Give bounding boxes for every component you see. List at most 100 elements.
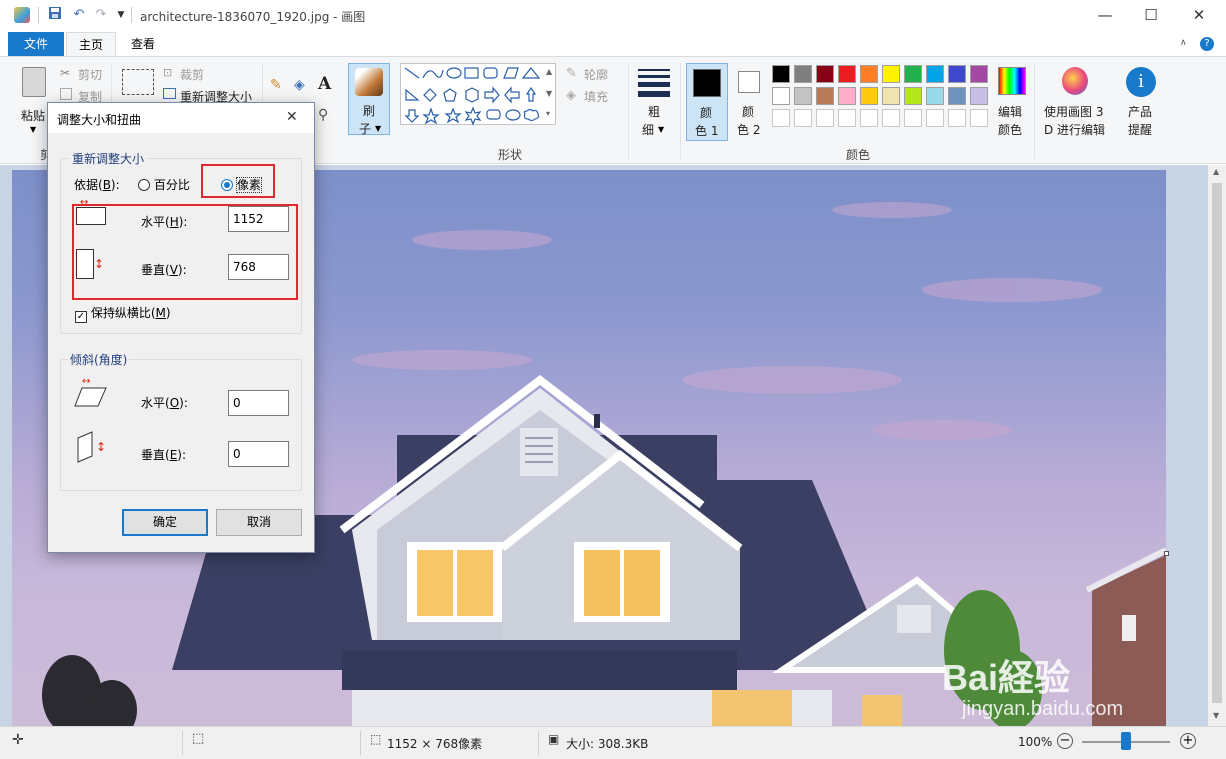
horizontal-label-key: H [169,215,179,229]
watermark: Bai経验 jingyan.baidu.com [942,658,1123,721]
chevron-down-icon: ▼ [658,125,665,134]
help-icon[interactable]: ? [1200,37,1214,51]
skew-vertical-input[interactable]: 0 [228,441,289,467]
size-button[interactable]: 粗 细 ▼ [634,63,674,137]
palette-color-swatch[interactable] [948,109,966,127]
dialog-title-bar: 调整大小和扭曲 ✕ [48,103,314,133]
palette-color-swatch[interactable] [926,65,944,83]
palette-color-swatch[interactable] [904,65,922,83]
palette-color-swatch[interactable] [816,109,834,127]
palette-color-swatch[interactable] [838,109,856,127]
keep-ratio-checkbox[interactable]: ✓ 保持纵横比(M) [75,304,171,323]
save-icon[interactable] [46,6,64,24]
shapes-gallery[interactable] [400,63,556,126]
palette-color-swatch[interactable] [948,87,966,105]
color-palette[interactable] [772,65,992,129]
horizontal-size-input[interactable]: 1152 [228,206,289,232]
text-icon[interactable]: A [318,74,331,94]
color1-swatch [693,69,721,97]
palette-color-swatch[interactable] [860,65,878,83]
customize-quick-access-icon[interactable]: ▼ [112,6,130,24]
shapes-scroll-down-icon[interactable]: ▼ [546,89,552,98]
palette-color-swatch[interactable] [838,65,856,83]
outline-button[interactable]: 轮廓 [584,66,608,83]
palette-color-swatch[interactable] [816,87,834,105]
palette-color-swatch[interactable] [794,109,812,127]
colors-group-label: 颜色 [846,148,871,162]
paint3d-button[interactable]: 使用画图 3 D 进行编辑 [1040,63,1112,141]
image-dimensions: 1152 × 768像素 [387,737,483,751]
palette-color-swatch[interactable] [772,65,790,83]
palette-color-swatch[interactable] [860,109,878,127]
palette-color-swatch[interactable] [970,109,988,127]
magnifier-icon[interactable]: ⚲ [318,107,328,123]
dialog-close-button[interactable]: ✕ [286,109,298,125]
percent-radio[interactable]: 百分比 [138,176,190,193]
palette-color-swatch[interactable] [794,65,812,83]
select-button[interactable] [122,69,154,95]
fill-bucket-icon[interactable]: ◈ [294,77,305,93]
cancel-button[interactable]: 取消 [216,509,302,536]
fill-button[interactable]: 填充 [584,88,608,105]
palette-color-swatch[interactable] [926,109,944,127]
paint-app-icon[interactable] [14,7,30,23]
zoom-in-button[interactable]: + [1180,733,1196,749]
edit-colors-label: 编辑 [998,105,1023,119]
pixels-radio[interactable]: 像素 [221,176,262,193]
palette-color-swatch[interactable] [904,87,922,105]
paint3d-label-2: D 进行编辑 [1044,123,1106,137]
redo-icon[interactable]: ↷ [92,6,110,24]
cut-button[interactable]: 剪切 [78,66,102,83]
tab-view[interactable]: 查看 [118,32,168,56]
keep-ratio-key: M [155,306,166,320]
maximize-button[interactable]: ☐ [1128,0,1174,30]
shapes-scroll-up-icon[interactable]: ▲ [546,67,552,76]
vertical-scrollbar[interactable]: ▲ ▼ [1208,165,1226,726]
palette-color-swatch[interactable] [970,65,988,83]
scroll-down-icon[interactable]: ▼ [1213,711,1219,720]
skew-horizontal-input[interactable]: 0 [228,390,289,416]
palette-color-swatch[interactable] [882,87,900,105]
palette-color-swatch[interactable] [904,109,922,127]
horizontal-label-end: ): [178,215,188,229]
tips-button[interactable]: i 产品 提醒 [1120,63,1162,141]
palette-color-swatch[interactable] [882,109,900,127]
minimize-button[interactable]: — [1082,0,1128,30]
edit-colors-button[interactable]: 编辑 颜色 [992,63,1032,141]
scroll-up-icon[interactable]: ▲ [1213,167,1219,176]
close-button[interactable]: ✕ [1176,0,1222,30]
by-label: 依据(B): [74,176,120,193]
vertical-label-end: ): [177,263,187,277]
vertical-size-input[interactable]: 768 [228,254,289,280]
crop-button[interactable]: 裁剪 [180,66,204,83]
palette-color-swatch[interactable] [882,65,900,83]
palette-color-swatch[interactable] [794,87,812,105]
palette-color-swatch[interactable] [970,87,988,105]
palette-color-swatch[interactable] [926,87,944,105]
palette-color-swatch[interactable] [772,87,790,105]
shapes-expand-icon[interactable]: ▾ [546,109,550,118]
canvas-resize-handle[interactable] [1164,551,1169,556]
zoom-slider-thumb[interactable] [1121,732,1131,750]
tab-file[interactable]: 文件 [8,32,64,56]
palette-color-swatch[interactable] [860,87,878,105]
vertical-skew-icon: ↕ [76,430,106,464]
ok-button[interactable]: 确定 [122,509,208,536]
radio-off-icon [138,179,150,191]
pencil-icon[interactable]: ✎ [270,77,282,93]
undo-icon[interactable]: ↶ [70,6,88,24]
color1-button[interactable]: 颜 色 1 [686,63,728,141]
collapse-ribbon-icon[interactable]: ∧ [1180,38,1187,48]
tab-home[interactable]: 主页 [66,32,116,56]
scroll-thumb[interactable] [1212,183,1222,703]
file-size: 大小: 308.3KB [566,737,649,751]
palette-color-swatch[interactable] [816,65,834,83]
zoom-out-button[interactable]: − [1057,733,1073,749]
palette-color-swatch[interactable] [838,87,856,105]
color2-button[interactable]: 颜 色 2 [730,63,770,141]
brushes-button[interactable]: 刷 子 ▼ [348,63,390,136]
palette-color-swatch[interactable] [772,109,790,127]
palette-color-swatch[interactable] [948,65,966,83]
skew-v-label-end: ): [177,448,187,462]
by-label-key: B [102,178,111,192]
